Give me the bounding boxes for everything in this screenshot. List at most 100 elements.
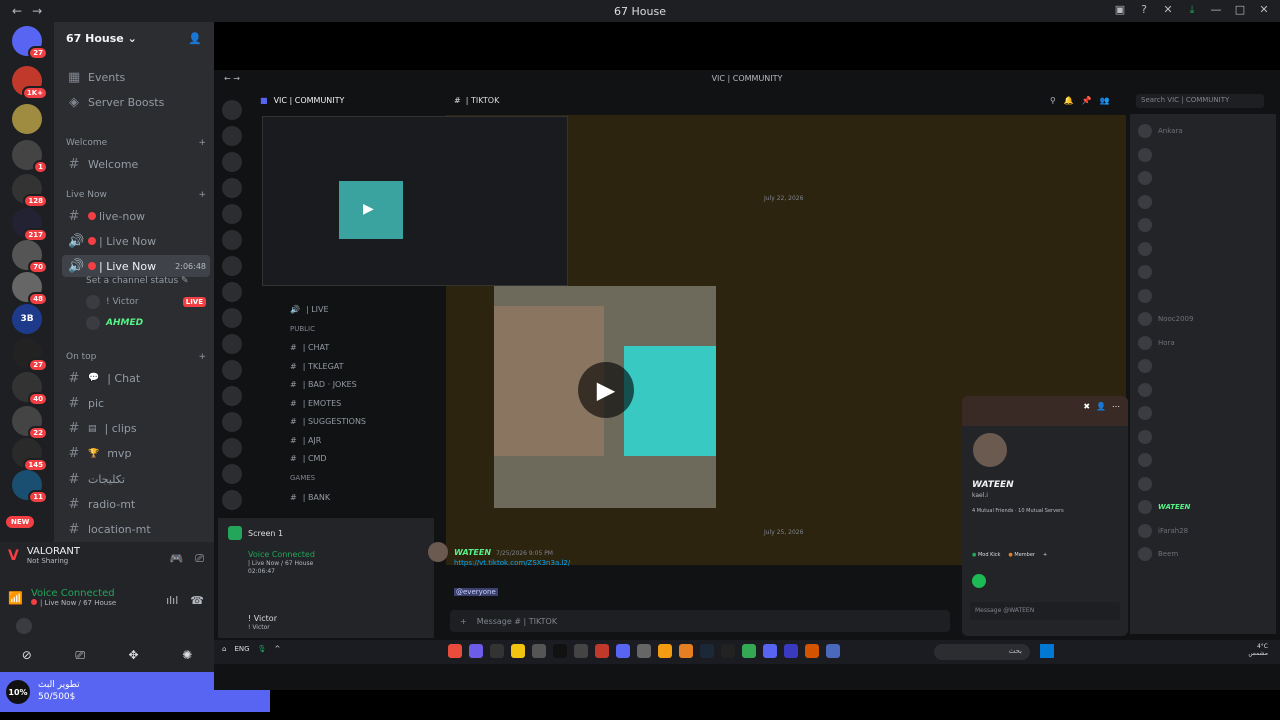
- back-arrow-icon[interactable]: ←: [12, 4, 22, 18]
- taskbar-app-icon: [553, 644, 567, 658]
- inner-channel-label: | CHAT: [302, 343, 330, 353]
- chat-message: WATEEN 7/25/2026 9:05 PM https://vt.tikt…: [428, 540, 570, 598]
- server-icon[interactable]: 1K+: [12, 66, 48, 100]
- avatar: [1138, 453, 1152, 467]
- download-icon[interactable]: ⤓: [1186, 3, 1198, 17]
- avatar: [1138, 147, 1152, 162]
- close-icon[interactable]: ✕: [1258, 3, 1270, 17]
- disconnect-icon[interactable]: ☎: [190, 594, 204, 607]
- goal-title: تطوير البث: [38, 680, 80, 691]
- soundboard-icon[interactable]: ✺: [182, 648, 192, 662]
- inner-server-icon: [222, 126, 242, 146]
- inner-server-icon: [222, 490, 242, 510]
- taskbar-app-icon: [469, 644, 483, 658]
- emoji-icon: ▤: [88, 423, 97, 434]
- taskbar-app-icon: [595, 644, 609, 658]
- inner-channel-title: # | TIKTOK: [454, 96, 500, 105]
- help-icon[interactable]: ?: [1138, 3, 1150, 17]
- channel-item[interactable]: # 🏆 mvp: [62, 443, 210, 465]
- channel-item[interactable]: # تكليجات: [62, 468, 210, 490]
- inner-channel: # | SUGGESTIONS: [290, 413, 444, 432]
- server-icon[interactable]: 128: [12, 174, 48, 208]
- threads-icon: ⚲: [1050, 96, 1056, 105]
- add-member-icon[interactable]: 👤: [188, 32, 202, 45]
- sidebar-item-events[interactable]: ▦ Events: [62, 66, 210, 88]
- channel-item[interactable]: # radio-mt: [62, 494, 210, 516]
- avatar: [1138, 194, 1152, 209]
- language-indicator: ENG: [234, 645, 250, 653]
- server-icon[interactable]: 217: [12, 208, 48, 242]
- signal-icon: 📶: [8, 590, 23, 605]
- taskbar-app-icon: [805, 644, 819, 658]
- server-icon[interactable]: 3B: [12, 304, 42, 334]
- voice-user-ahmed[interactable]: AHMED: [86, 316, 143, 330]
- server-icon[interactable]: 11: [12, 470, 48, 504]
- inner-server-icon: [222, 308, 242, 328]
- voice-user-victor[interactable]: ! Victor LIVE: [86, 295, 206, 309]
- channel-live-now-voice-active[interactable]: 🔊 | Live Now 2:06:48: [62, 255, 210, 277]
- voice-user-name: ! Victor: [106, 297, 139, 307]
- server-icon[interactable]: 27: [12, 338, 48, 372]
- server-icon[interactable]: 1: [12, 140, 48, 174]
- channel-item[interactable]: # pic: [62, 392, 210, 414]
- minimize-icon[interactable]: —: [1210, 3, 1222, 17]
- activities-icon[interactable]: ✥: [129, 648, 139, 662]
- server-header[interactable]: 67 House ⌄ 👤: [54, 22, 214, 54]
- close-icon: ✖: [1083, 402, 1091, 411]
- channel-status-prompt[interactable]: Set a channel status ✎: [86, 276, 189, 286]
- members-icon: 👥: [1099, 96, 1110, 105]
- server-icon[interactable]: 48: [12, 272, 48, 306]
- forward-arrow-icon[interactable]: →: [32, 4, 42, 18]
- role-label: Mod Kick: [977, 552, 1001, 558]
- channel-welcome[interactable]: # Welcome: [62, 153, 210, 175]
- inner-server-icon: [222, 178, 242, 198]
- unread-badge: 11: [28, 490, 48, 504]
- taskbar-app-icon: [532, 644, 546, 658]
- category-label: Welcome: [66, 138, 108, 148]
- hash-icon: #: [68, 446, 80, 462]
- category-welcome[interactable]: Welcome +: [66, 138, 206, 148]
- screen-share-icon[interactable]: ⎚: [195, 552, 204, 566]
- inbox-icon[interactable]: ▣: [1114, 3, 1126, 17]
- channel-item[interactable]: # location-mt: [62, 519, 210, 541]
- inner-channel: # | AJR: [290, 431, 444, 450]
- inner-server-rail: [222, 100, 246, 530]
- category-on-top[interactable]: On top +: [66, 352, 206, 362]
- channel-live-now-text[interactable]: # live-now: [62, 205, 210, 227]
- server-icon[interactable]: 22: [12, 406, 48, 440]
- stream-icon[interactable]: ⎚: [75, 648, 85, 663]
- voice-timer: 2:06:48: [175, 261, 206, 271]
- server-icon[interactable]: 27: [12, 26, 48, 60]
- new-badge: NEW: [6, 516, 35, 528]
- channel-live-now-voice-1[interactable]: 🔊 | Live Now: [62, 230, 210, 252]
- channel-item[interactable]: # ▤ | clips: [62, 418, 210, 440]
- camera-off-icon[interactable]: ⊘: [22, 648, 32, 662]
- hash-icon: #: [68, 208, 80, 224]
- maximize-icon[interactable]: □: [1234, 3, 1246, 17]
- add-friend-icon: 👤: [1096, 402, 1106, 411]
- server-name: 67 House: [66, 31, 124, 45]
- plus-icon[interactable]: +: [198, 138, 206, 148]
- category-live-now[interactable]: Live Now +: [66, 190, 206, 200]
- member-item: [1138, 171, 1158, 185]
- avatar: [1138, 359, 1152, 373]
- inner-message-input: + Message # | TIKTOK: [450, 610, 950, 632]
- avatar[interactable]: [16, 618, 32, 634]
- tools-icon[interactable]: ✕: [1162, 3, 1174, 17]
- hash-icon: #: [290, 361, 297, 371]
- soundboard-icon[interactable]: ılıl: [166, 594, 178, 607]
- server-icon[interactable]: [12, 104, 42, 134]
- member-item: [1138, 453, 1158, 467]
- server-icon[interactable]: 145: [12, 438, 48, 472]
- plus-icon[interactable]: +: [198, 190, 206, 200]
- game-controller-icon[interactable]: 🎮: [169, 552, 183, 566]
- channel-item[interactable]: # 💬 | Chat: [62, 367, 210, 389]
- member-name: Beem: [1158, 550, 1179, 558]
- avatar: [1138, 382, 1152, 397]
- server-icon[interactable]: 40: [12, 372, 48, 406]
- stream-viewer[interactable]: ← → VIC | COMMUNITY ■ VIC | COMMUNITY # …: [214, 22, 1280, 690]
- screen-icon: [228, 526, 242, 540]
- plus-icon[interactable]: +: [198, 352, 206, 362]
- server-icon[interactable]: 70: [12, 240, 48, 274]
- sidebar-item-server-boosts[interactable]: ◈ Server Boosts: [62, 91, 210, 113]
